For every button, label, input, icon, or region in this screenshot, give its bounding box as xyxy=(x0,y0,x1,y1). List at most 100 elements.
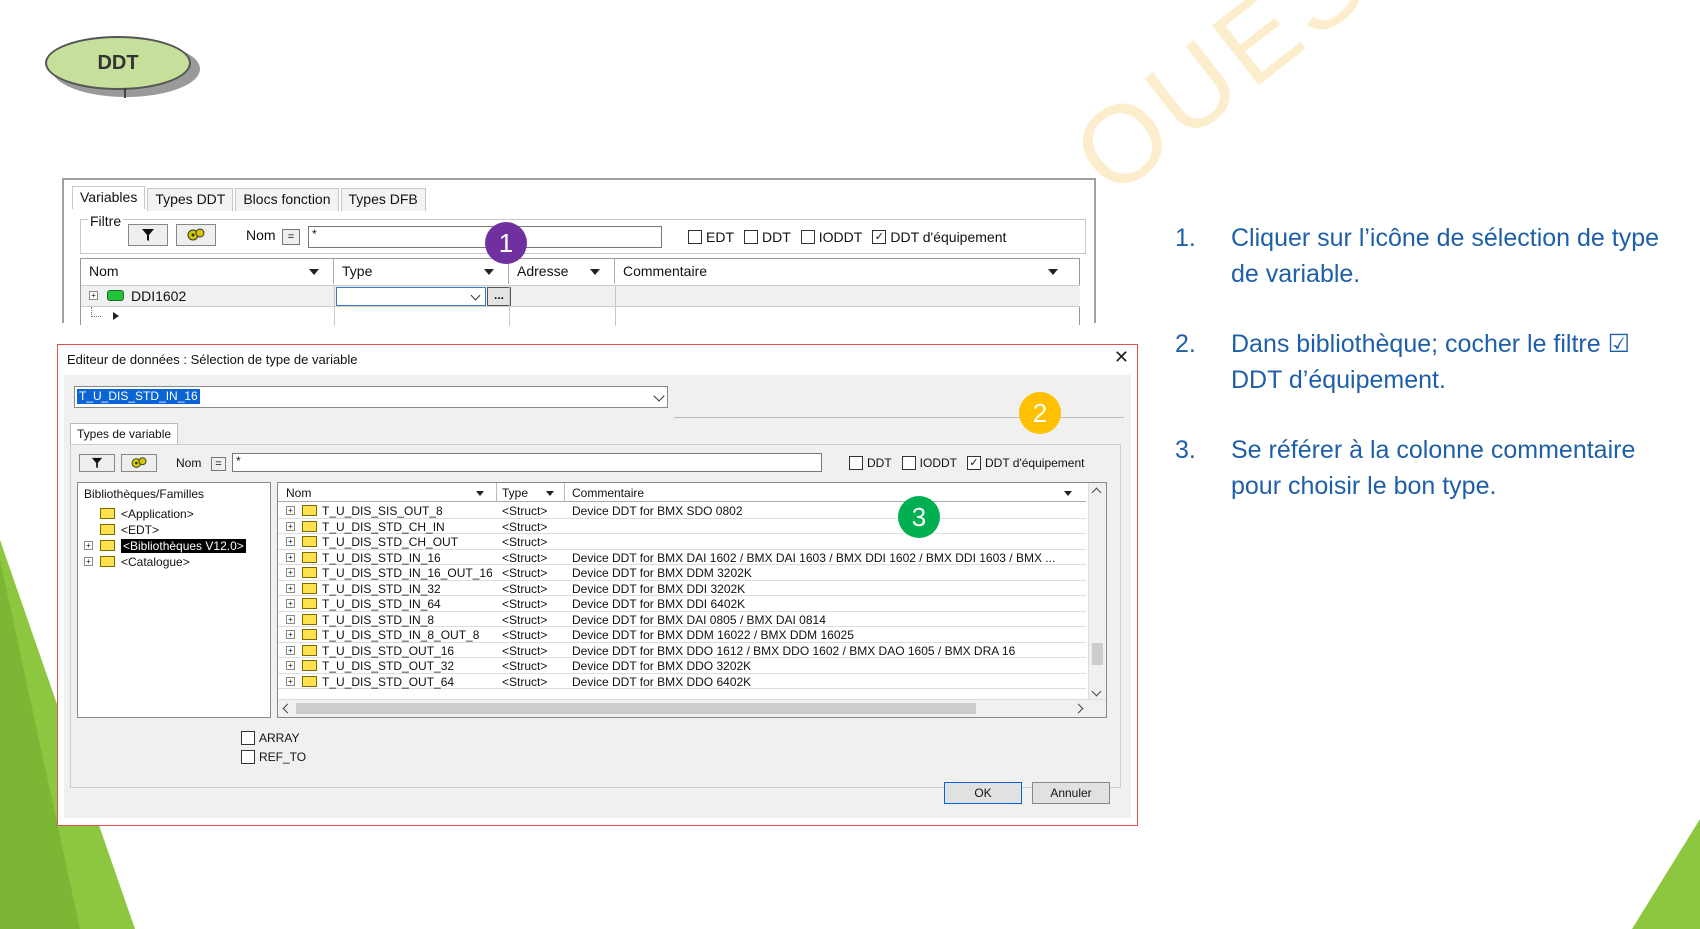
expand-icon[interactable]: + xyxy=(286,506,295,515)
expand-icon[interactable]: + xyxy=(89,291,98,300)
nom-equals-button[interactable]: = xyxy=(282,229,300,245)
row-type: <Struct> xyxy=(502,504,548,518)
expand-icon[interactable]: + xyxy=(286,614,295,624)
step-text: Se référer à la colonne commentaire pour… xyxy=(1231,436,1636,500)
tree-item-bibliotheques[interactable]: <Bibliothèques V12.0> xyxy=(100,538,246,553)
table-row[interactable]: + T_U_DIS_SIS_OUT_8 <Struct> Device DDT for… xyxy=(278,503,1086,519)
table-row[interactable]: + DDI1602 ... xyxy=(81,285,1080,306)
tab-types-ddt[interactable]: Types DDT xyxy=(147,188,234,211)
ref-to-checkbox[interactable] xyxy=(241,750,255,764)
type-list-header: Nom Type Commentaire xyxy=(278,483,1086,502)
table-row[interactable]: + T_U_DIS_STD_IN_8_OUT_8 <Struct> Device DD… xyxy=(278,627,1086,643)
variables-panel: Variables Types DDT Blocs fonction Types… xyxy=(62,178,1096,326)
row-type: <Struct> xyxy=(502,550,548,565)
top-filter-checkboxes: EDT DDT IODDT ✓ DDT d'équipement xyxy=(688,229,1016,245)
table-row[interactable]: + T_U_DIS_STD_IN_16 <Struct> Device DDT for… xyxy=(278,550,1086,565)
col-commentaire[interactable]: Commentaire xyxy=(572,486,644,500)
table-row[interactable]: + T_U_DIS_STD_CH_IN <Struct> xyxy=(278,519,1086,534)
type-combo[interactable]: T_U_DIS_STD_IN_16 xyxy=(74,386,668,408)
watermark: OUEST xyxy=(1051,0,1450,219)
expand-icon[interactable]: + xyxy=(286,537,295,546)
col-commentaire[interactable]: Commentaire xyxy=(615,259,1080,284)
expand-icon[interactable]: + xyxy=(286,552,295,562)
chevron-up-icon[interactable] xyxy=(1091,487,1102,498)
divider xyxy=(615,285,616,326)
col-nom[interactable]: Nom xyxy=(81,259,334,284)
ioddt-checkbox[interactable] xyxy=(800,230,815,244)
array-option: ARRAY xyxy=(241,731,299,745)
table-row-new[interactable] xyxy=(81,306,1080,326)
expand-icon[interactable]: + xyxy=(286,645,295,655)
ok-button[interactable]: OK xyxy=(944,782,1022,804)
expand-icon[interactable]: + xyxy=(286,583,295,593)
col-type[interactable]: Type xyxy=(334,259,509,284)
chevron-down-icon[interactable] xyxy=(476,491,484,496)
expand-icon[interactable]: + xyxy=(286,661,295,670)
nom-filter-input[interactable]: * xyxy=(232,453,822,472)
ioddt-checkbox[interactable] xyxy=(901,456,916,470)
chevron-down-icon[interactable] xyxy=(546,491,554,496)
scroll-thumb[interactable] xyxy=(296,703,976,714)
ddt-checkbox[interactable] xyxy=(744,230,758,244)
horizontal-scrollbar[interactable] xyxy=(278,699,1106,717)
folder-icon xyxy=(302,505,317,516)
vertical-scrollbar[interactable] xyxy=(1088,483,1106,701)
col-nom[interactable]: Nom xyxy=(286,486,311,500)
table-row[interactable]: + T_U_DIS_STD_IN_64 <Struct> Device DDT for… xyxy=(278,596,1086,612)
chevron-down-icon[interactable] xyxy=(1091,686,1102,697)
ioddt-label: IODDT xyxy=(818,229,863,245)
ddt-equipement-checkbox[interactable]: ✓ xyxy=(967,456,982,470)
ddt-equipement-checkbox[interactable]: ✓ xyxy=(872,230,887,244)
expand-icon[interactable]: + xyxy=(286,568,295,577)
nom-label: Nom xyxy=(246,227,276,243)
table-row[interactable]: + T_U_DIS_STD_IN_16_OUT_16 <Struct> Device … xyxy=(278,565,1086,581)
close-icon[interactable]: ✕ xyxy=(1114,347,1129,368)
chevron-down-icon[interactable] xyxy=(1064,491,1072,496)
row-type: <Struct> xyxy=(502,674,548,689)
tab-types-de-variable[interactable]: Types de variable xyxy=(70,423,179,444)
expand-icon[interactable]: + xyxy=(84,557,93,566)
type-input[interactable] xyxy=(336,287,486,306)
expand-icon[interactable]: + xyxy=(286,521,295,531)
step-badge-1: 1 xyxy=(485,222,527,264)
chevron-left-icon[interactable] xyxy=(282,703,293,714)
tree-item-catalogue[interactable]: <Catalogue> xyxy=(100,554,190,569)
type-select-button[interactable]: ... xyxy=(487,287,511,306)
scroll-thumb[interactable] xyxy=(1092,643,1103,665)
filter-funnel-button[interactable] xyxy=(128,224,168,246)
tab-variables[interactable]: Variables xyxy=(72,186,146,209)
filter-funnel-button[interactable] xyxy=(79,454,115,472)
row-type: <Struct> xyxy=(502,597,548,611)
expand-icon[interactable]: + xyxy=(84,541,93,550)
edt-checkbox[interactable] xyxy=(688,230,702,244)
tree-item-label: <Application> xyxy=(121,506,194,521)
table-row[interactable]: + T_U_DIS_STD_OUT_64 <Struct> Device DDT fo… xyxy=(278,674,1086,689)
ddt-checkbox[interactable] xyxy=(849,456,863,470)
chevron-down-icon[interactable] xyxy=(653,390,665,402)
row-name: T_U_DIS_STD_CH_OUT xyxy=(322,535,459,549)
tab-blocs-fonction[interactable]: Blocs fonction xyxy=(235,188,339,211)
filter-settings-button[interactable] xyxy=(176,224,216,246)
expand-icon[interactable]: + xyxy=(286,599,295,608)
chevron-right-icon[interactable] xyxy=(1073,703,1084,714)
row-comment: Device DDT for BMX DDO 6402K xyxy=(572,674,752,689)
expand-icon[interactable]: + xyxy=(286,676,295,686)
expand-icon[interactable]: + xyxy=(286,630,295,639)
array-checkbox[interactable] xyxy=(241,731,255,745)
col-type[interactable]: Type xyxy=(502,486,528,500)
table-row[interactable]: + T_U_DIS_STD_IN_8 <Struct> Device DDT for … xyxy=(278,612,1086,627)
tree-item-edt[interactable]: <EDT> xyxy=(100,522,159,537)
folder-icon xyxy=(302,613,317,625)
table-row[interactable]: + T_U_DIS_STD_OUT_32 <Struct> Device DDT fo… xyxy=(278,658,1086,674)
cancel-button[interactable]: Annuler xyxy=(1032,782,1110,804)
row-name: T_U_DIS_STD_IN_16 xyxy=(322,550,441,565)
tree-item-application[interactable]: <Application> xyxy=(100,506,194,521)
tab-types-dfb[interactable]: Types DFB xyxy=(340,188,426,211)
nom-equals-button[interactable]: = xyxy=(211,457,226,471)
table-row[interactable]: + T_U_DIS_STD_OUT_16 <Struct> Device DDT fo… xyxy=(278,643,1086,658)
ddt-label: DDT xyxy=(867,456,892,470)
filter-settings-button[interactable] xyxy=(121,454,157,472)
col-adresse[interactable]: Adresse xyxy=(509,259,615,284)
table-row[interactable]: + T_U_DIS_STD_IN_32 <Struct> Device DDT for… xyxy=(278,581,1086,596)
table-row[interactable]: + T_U_DIS_STD_CH_OUT <Struct> xyxy=(278,534,1086,550)
